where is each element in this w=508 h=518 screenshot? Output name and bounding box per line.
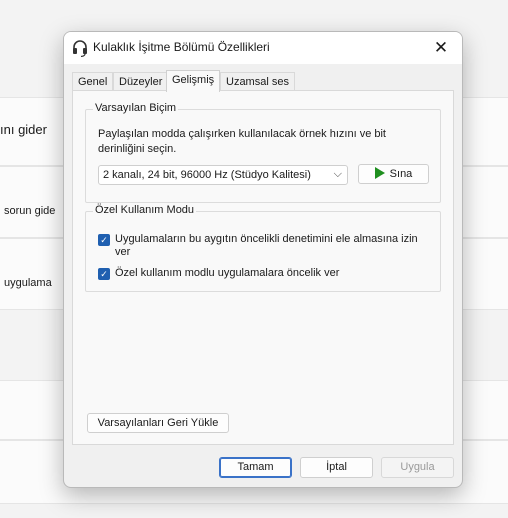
tab-levels[interactable]: Düzeyler xyxy=(113,72,169,91)
headset-icon xyxy=(73,40,87,57)
title-bar[interactable]: Kulaklık İşitme Bölümü Özellikleri ✕ xyxy=(64,32,462,64)
settings-row-2-text: sorun gide xyxy=(4,205,56,217)
exclusive-mode-legend: Özel Kullanım Modu xyxy=(93,204,197,216)
ok-button[interactable]: Tamam xyxy=(219,457,292,478)
test-button[interactable]: Sına xyxy=(358,164,429,184)
exclusive-priority-label: Özel kullanım modlu uygulamalara öncelik… xyxy=(115,267,340,279)
apply-button[interactable]: Uygula xyxy=(381,457,454,478)
exclusive-priority-checkbox[interactable]: ✓ xyxy=(98,268,110,280)
chevron-down-icon: ⌵ xyxy=(333,168,342,180)
tab-advanced[interactable]: Gelişmiş xyxy=(166,70,221,92)
properties-dialog: Kulaklık İşitme Bölümü Özellikleri ✕ Gen… xyxy=(63,31,463,488)
tab-general[interactable]: Genel xyxy=(72,72,114,91)
default-format-group: Varsayılan Biçim Paylaşılan modda çalışı… xyxy=(85,102,441,203)
close-icon: ✕ xyxy=(433,38,449,57)
format-dropdown-value: 2 kanalı, 24 bit, 96000 Hz (Stüdyo Kalit… xyxy=(103,169,311,181)
exclusive-mode-group: Özel Kullanım Modu ✓ Uygulamaların bu ay… xyxy=(85,204,441,292)
cancel-button[interactable]: İptal xyxy=(300,457,373,478)
restore-defaults-button[interactable]: Varsayılanları Geri Yükle xyxy=(87,413,229,433)
test-button-label: Sına xyxy=(389,168,413,180)
advanced-tab-page: Varsayılan Biçim Paylaşılan modda çalışı… xyxy=(72,90,454,445)
settings-row-3-text: uygulama xyxy=(4,277,52,289)
close-button[interactable]: ✕ xyxy=(428,36,454,60)
tab-spatial-sound[interactable]: Uzamsal ses xyxy=(220,72,295,91)
exclusive-control-checkbox[interactable]: ✓ xyxy=(98,234,110,246)
exclusive-control-label: Uygulamaların bu aygıtın öncelikli denet… xyxy=(115,233,418,258)
play-icon xyxy=(374,167,385,180)
dialog-title: Kulaklık İşitme Bölümü Özellikleri xyxy=(93,40,270,54)
format-dropdown[interactable]: 2 kanalı, 24 bit, 96000 Hz (Stüdyo Kalit… xyxy=(98,165,348,185)
default-format-description: Paylaşılan modda çalışırken kullanılacak… xyxy=(98,128,386,155)
default-format-legend: Varsayılan Biçim xyxy=(93,102,179,114)
settings-row-1-text: ını gider xyxy=(0,122,47,137)
